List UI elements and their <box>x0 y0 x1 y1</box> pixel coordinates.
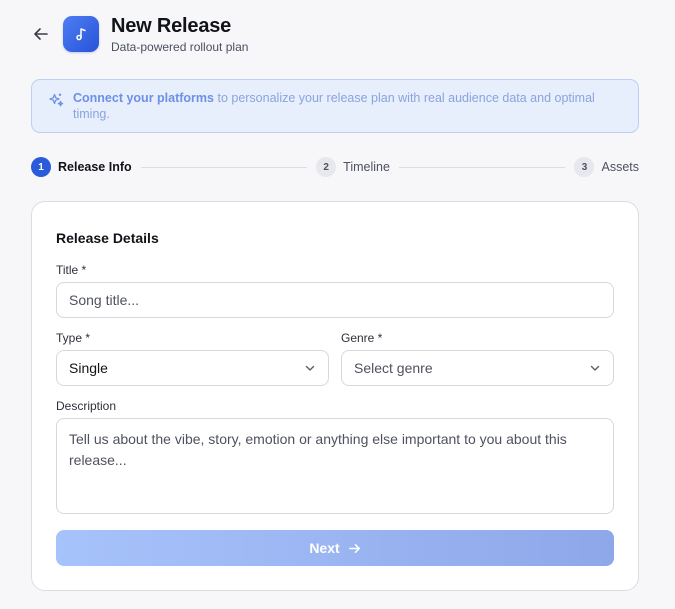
music-note-icon <box>76 28 86 41</box>
arrow-left-icon <box>34 28 48 40</box>
genre-label: Genre * <box>341 331 383 345</box>
next-button[interactable]: Next <box>56 530 614 566</box>
back-button[interactable] <box>31 24 51 44</box>
connect-platforms-banner: Connect your platforms to personalize yo… <box>31 79 639 133</box>
title-label: Title * <box>56 263 87 277</box>
step-number: 2 <box>316 157 337 177</box>
title-input[interactable] <box>56 282 614 318</box>
step-release-info[interactable]: 1 Release Info <box>31 157 132 177</box>
app-logo <box>63 16 99 52</box>
type-label: Type * <box>56 331 91 345</box>
banner-text: Connect your platforms to personalize yo… <box>73 90 624 122</box>
genre-placeholder: Select genre <box>354 360 433 376</box>
step-number: 3 <box>574 157 595 177</box>
step-label: Assets <box>601 160 639 174</box>
step-connector <box>140 166 308 168</box>
chevron-down-icon <box>590 365 600 371</box>
step-timeline[interactable]: 2 Timeline <box>316 157 390 177</box>
connect-platforms-link[interactable]: Connect your platforms <box>73 91 214 105</box>
page-subtitle: Data-powered rollout plan <box>111 39 249 54</box>
section-title: Release Details <box>56 230 159 246</box>
type-value: Single <box>69 360 108 376</box>
release-details-card: Release Details Title * Type * Single Ge… <box>31 201 639 591</box>
sparkle-icon <box>49 93 64 107</box>
page-title: New Release <box>111 14 232 37</box>
chevron-down-icon <box>305 365 315 371</box>
genre-select[interactable]: Select genre <box>341 350 614 386</box>
page-header: New Release Data-powered rollout plan <box>31 15 248 54</box>
next-label: Next <box>309 540 340 556</box>
description-label: Description <box>56 399 117 413</box>
step-label: Timeline <box>343 160 390 174</box>
step-connector <box>398 166 566 168</box>
arrow-right-icon <box>348 543 360 553</box>
type-select[interactable]: Single <box>56 350 329 386</box>
step-number: 1 <box>31 157 51 177</box>
step-label: Release Info <box>58 160 132 174</box>
step-assets[interactable]: 3 Assets <box>574 157 639 177</box>
description-textarea[interactable] <box>56 418 614 514</box>
release-stepper: 1 Release Info 2 Timeline 3 Assets <box>31 157 639 177</box>
header-titles: New Release Data-powered rollout plan <box>111 15 248 54</box>
